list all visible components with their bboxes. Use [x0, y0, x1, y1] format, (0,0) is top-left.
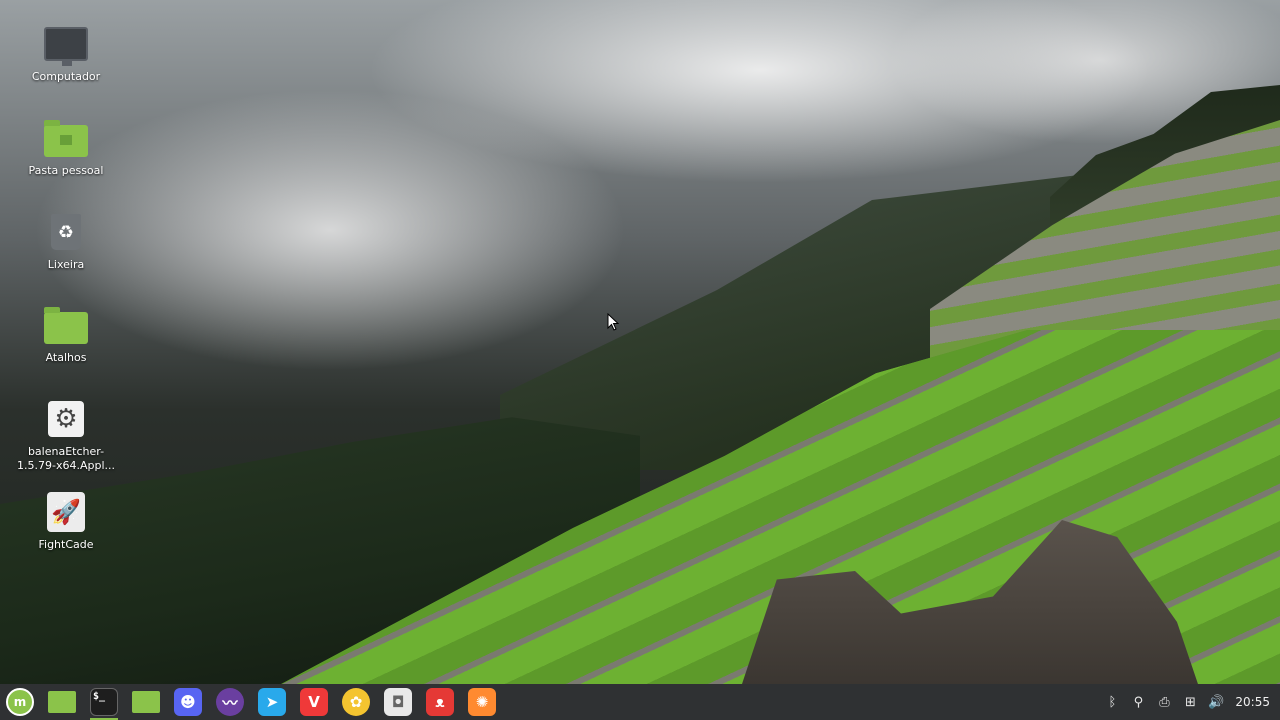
desktop-icon-label: balenaEtcher- 1.5.79-x64.Appl... — [17, 445, 115, 472]
computer-icon — [44, 22, 88, 66]
folder-icon — [132, 691, 160, 713]
gimp-button[interactable]: ᴥ — [422, 684, 458, 720]
firefox-icon: ✺ — [468, 688, 496, 716]
linux-mint-icon: m — [6, 688, 34, 716]
desktop-icon-label: Computador — [31, 70, 101, 83]
location-icon[interactable]: ⚲ — [1125, 684, 1151, 720]
mustache-icon: 〰 — [216, 688, 244, 716]
desktop-icon-trash[interactable]: ♻ Lixeira — [11, 210, 121, 272]
show-desktop-button[interactable] — [44, 684, 80, 720]
flower-icon: ✿ — [342, 688, 370, 716]
package-icon: ◘ — [384, 688, 412, 716]
vivaldi-icon: V — [300, 688, 328, 716]
trash-icon: ♻ — [44, 210, 88, 254]
mustache-app-button[interactable]: 〰 — [212, 684, 248, 720]
desktop-icon-fightcade[interactable]: 🚀 FightCade — [11, 490, 121, 552]
printer-icon[interactable]: ⎙ — [1151, 684, 1177, 720]
desktop-icon-computer[interactable]: Computador — [11, 22, 121, 84]
fox-face-icon: ᴥ — [426, 688, 454, 716]
terminal-icon: $_ — [90, 688, 118, 716]
folder-icon — [44, 303, 88, 347]
desktop-icon-label: Pasta pessoal — [28, 164, 104, 177]
desktop-folder-icon — [48, 691, 76, 713]
desktop-icon-label: Atalhos — [45, 351, 87, 364]
desktop-icon-label: FightCade — [38, 538, 94, 551]
files-button[interactable] — [128, 684, 164, 720]
system-tray: ᛒ ⚲ ⎙ ⊞ 🔊 20:55 — [1099, 684, 1280, 720]
bluetooth-icon[interactable]: ᛒ — [1099, 684, 1125, 720]
telegram-icon: ➤ — [258, 688, 286, 716]
volume-icon[interactable]: 🔊 — [1203, 684, 1229, 720]
desktop-icon-balenaetcher[interactable]: ⚙ balenaEtcher- 1.5.79-x64.Appl... — [11, 397, 121, 473]
mouse-cursor-icon — [607, 313, 619, 331]
gear-icon: ⚙ — [44, 397, 88, 441]
desktop-wallpaper: Computador Pasta pessoal ♻ Lixeira Atalh… — [0, 0, 1280, 684]
desktop-icon-shortcuts-folder[interactable]: Atalhos — [11, 303, 121, 365]
software-manager-button[interactable]: ◘ — [380, 684, 416, 720]
network-icon[interactable]: ⊞ — [1177, 684, 1203, 720]
discord-button[interactable]: ☻ — [170, 684, 206, 720]
retro-app-button[interactable]: ✿ — [338, 684, 374, 720]
terminal-button[interactable]: $_ — [86, 684, 122, 720]
clock[interactable]: 20:55 — [1229, 695, 1280, 709]
telegram-button[interactable]: ➤ — [254, 684, 290, 720]
discord-icon: ☻ — [174, 688, 202, 716]
desktop-icon-home-folder[interactable]: Pasta pessoal — [11, 116, 121, 178]
taskbar: m $_ ☻ 〰 ➤ V ✿ ◘ ᴥ ✺ ᛒ ⚲ ⎙ ⊞ 🔊 20:55 — [0, 684, 1280, 720]
home-folder-icon — [44, 116, 88, 160]
vivaldi-button[interactable]: V — [296, 684, 332, 720]
desktop-icon-label: Lixeira — [47, 258, 85, 271]
firefox-button[interactable]: ✺ — [464, 684, 500, 720]
menu-button[interactable]: m — [2, 684, 38, 720]
rocket-icon: 🚀 — [44, 490, 88, 534]
